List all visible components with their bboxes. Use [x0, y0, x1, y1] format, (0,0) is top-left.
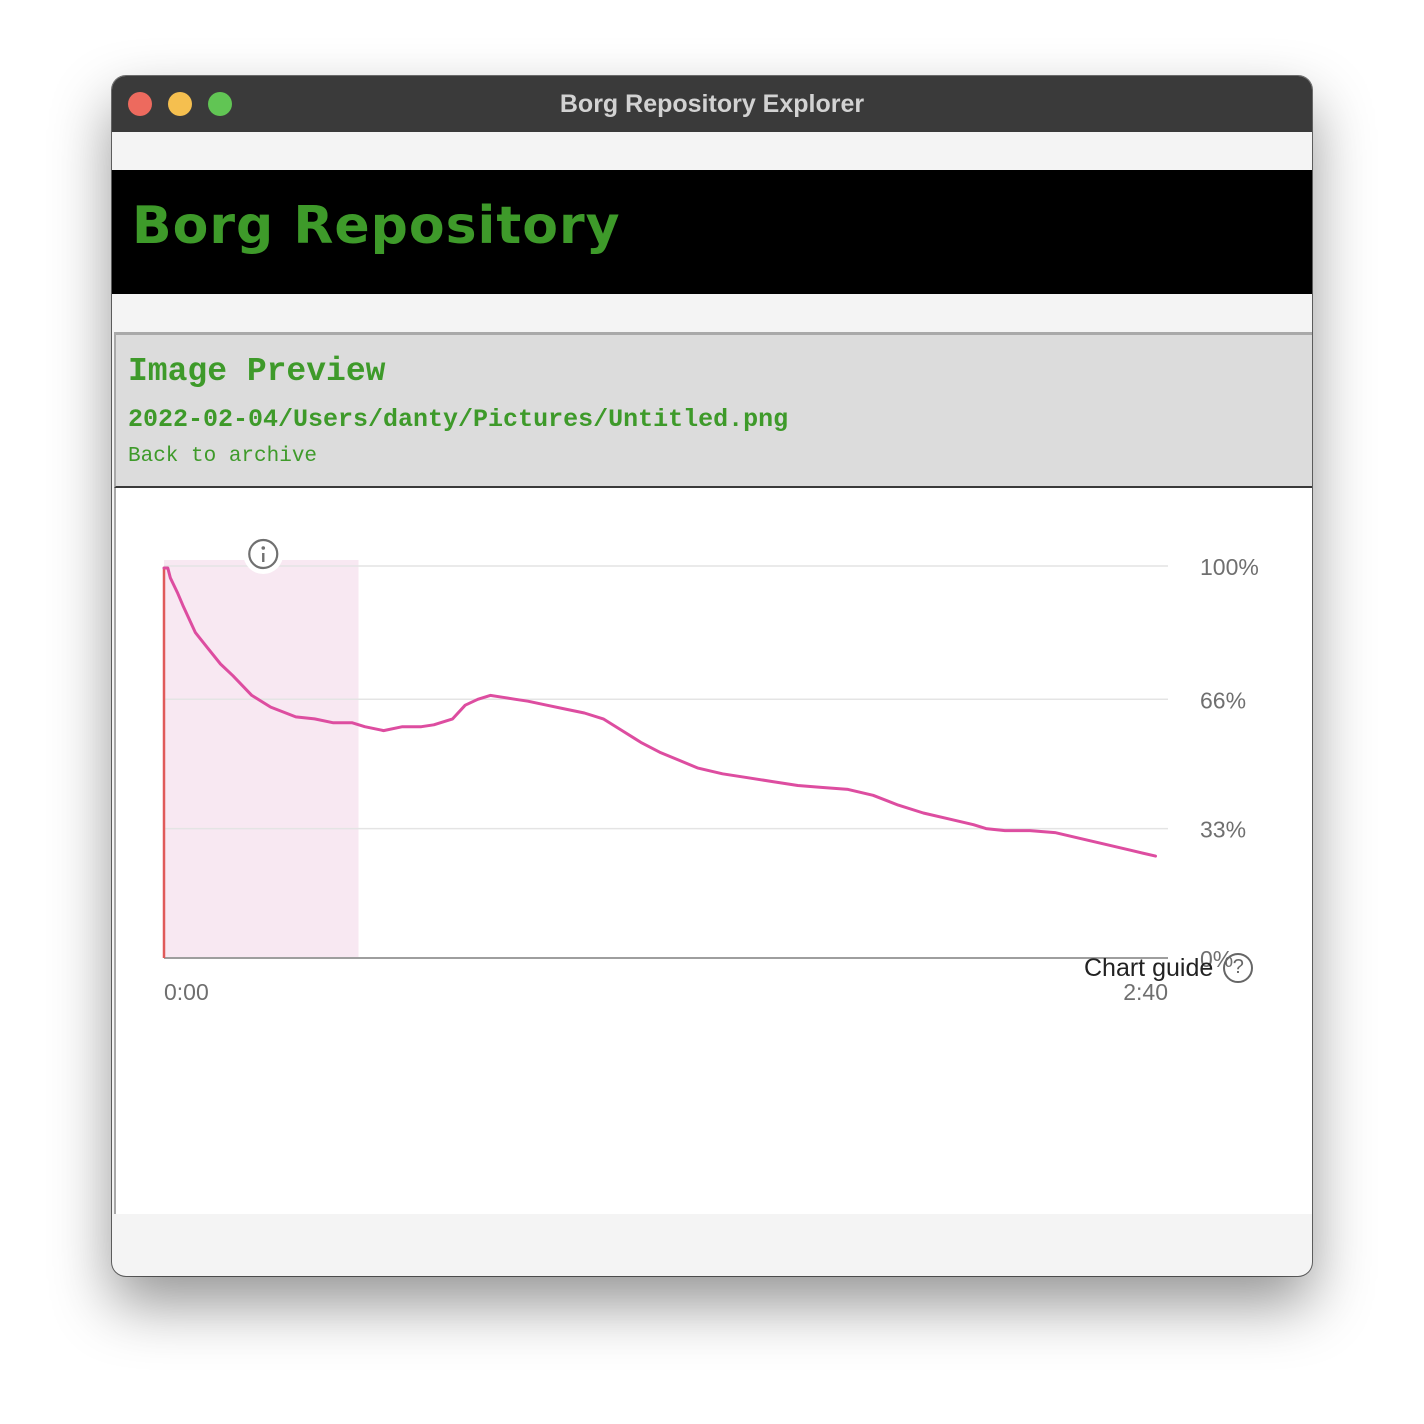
info-icon-dot — [261, 546, 266, 550]
app-window: Borg Repository Explorer Borg Repository… — [112, 76, 1312, 1276]
window-title: Borg Repository Explorer — [559, 90, 865, 118]
question-circle-icon[interactable]: ? — [1223, 953, 1254, 983]
page-title: Image Preview — [128, 353, 386, 390]
site-banner: Borg Repository — [112, 170, 1312, 294]
chart-guide-label: Chart guide — [1084, 953, 1214, 982]
y-tick-label: 66% — [1200, 687, 1246, 713]
preview-header: Image Preview 2022-02-04/Users/danty/Pic… — [114, 332, 1312, 488]
chart-guide-button[interactable]: Chart guide ? — [1084, 950, 1254, 986]
retention-chart: 100%66%33%0%0:00 2:40 — [162, 534, 1259, 1005]
y-tick-label: 100% — [1200, 554, 1259, 580]
y-tick-label: 33% — [1200, 817, 1246, 843]
image-preview-area: 100% 66% 33% 0% 0:00 2:40 Chart guide ? — [114, 488, 1312, 1214]
title-bar: Borg Repository Explorer — [112, 76, 1312, 132]
file-path: 2022-02-04/Users/danty/Pictures/Untitled… — [128, 405, 789, 434]
x-tick-label: 0:00 — [164, 979, 209, 1005]
highlight-region — [164, 560, 359, 958]
banner-title: Borg Repository — [132, 196, 621, 256]
back-to-archive-link[interactable]: Back to archive — [128, 445, 317, 468]
